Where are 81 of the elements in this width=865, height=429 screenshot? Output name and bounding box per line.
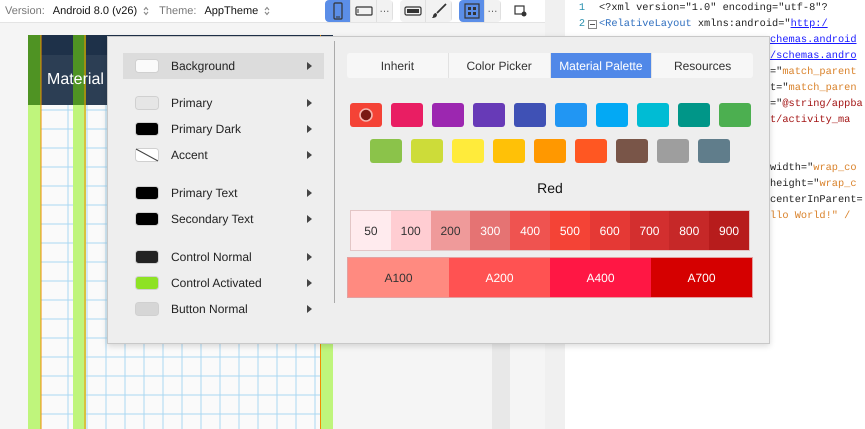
code-line: /schemas.andro [770, 50, 857, 62]
accent-swatch[interactable]: A400 [550, 258, 651, 297]
shade-swatch[interactable]: 500 [550, 211, 590, 250]
palette-swatch[interactable] [370, 139, 402, 163]
device-settings-icon[interactable] [514, 5, 527, 17]
code-line: width="wrap_co [770, 162, 857, 174]
submenu-arrow-icon [307, 125, 312, 133]
palette-swatch[interactable] [596, 103, 628, 127]
color-menu-item[interactable]: Accent [123, 142, 324, 168]
color-menu-item[interactable]: Button Normal [123, 296, 324, 322]
palette-swatch[interactable] [411, 139, 443, 163]
color-menu-item[interactable]: Control Activated [123, 270, 324, 296]
submenu-arrow-icon [307, 305, 312, 313]
palette-swatch[interactable] [514, 103, 546, 127]
tab[interactable]: Inherit [347, 53, 448, 78]
palette-swatch[interactable] [432, 103, 464, 127]
code-line: height="wrap_c [770, 178, 857, 190]
shade-swatch[interactable]: 600 [590, 211, 630, 250]
updown-icon [264, 6, 270, 16]
submenu-arrow-icon [307, 62, 312, 70]
code-line: t="match_paren [770, 82, 857, 94]
palette-swatch[interactable] [534, 139, 566, 163]
submenu-arrow-icon [307, 99, 312, 107]
submenu-arrow-icon [307, 215, 312, 223]
palette-swatch[interactable] [637, 103, 669, 127]
submenu-arrow-icon [307, 189, 312, 197]
color-menu-item[interactable]: Secondary Text [123, 206, 324, 232]
line-number: 2 [578, 18, 585, 30]
blueprint-icon [464, 3, 480, 19]
code-line: ="match_parent [770, 66, 857, 78]
version-label: Version: [5, 5, 45, 17]
version-dropdown[interactable]: Android 8.0 (v26) [52, 5, 150, 17]
color-menu-item[interactable]: Control Normal [123, 244, 324, 270]
theme-label: Theme: [159, 5, 196, 17]
palette-swatch[interactable] [719, 103, 751, 127]
shade-swatch[interactable]: 800 [669, 211, 710, 250]
theme-dropdown[interactable]: AppTheme [204, 5, 270, 17]
screen-icon [404, 6, 422, 16]
color-menu-item[interactable]: Primary Text [123, 180, 324, 206]
tab[interactable]: Resources [651, 53, 753, 78]
code-line: llo World!" / [770, 210, 850, 222]
palette-name: Red [536, 180, 564, 196]
palette-swatch[interactable] [452, 139, 484, 163]
code-line: <?xml version="1.0" encoding="utf-8"? [599, 2, 828, 14]
updown-icon [143, 6, 150, 16]
code-line: ="@string/appba [770, 98, 863, 110]
shade-swatch[interactable]: 100 [390, 211, 431, 250]
palette-swatch[interactable] [493, 139, 525, 163]
palette-swatch[interactable] [616, 139, 648, 163]
blueprint-button[interactable] [459, 0, 485, 22]
shade-swatch[interactable]: 200 [430, 211, 470, 250]
landscape-phone-icon [354, 6, 372, 16]
submenu-arrow-icon [307, 253, 312, 261]
palette-swatch[interactable] [657, 139, 689, 163]
palette-swatch[interactable] [391, 103, 423, 127]
code-line: chemas.android [770, 34, 857, 46]
color-menu-item[interactable]: Background [123, 53, 324, 79]
palette-swatch[interactable] [473, 103, 505, 127]
accent-swatch[interactable]: A100 [348, 258, 449, 297]
palette-swatch[interactable] [350, 103, 382, 127]
palette-swatch[interactable] [575, 139, 607, 163]
submenu-arrow-icon [307, 279, 312, 287]
palette-swatch[interactable] [678, 103, 710, 127]
shade-swatch[interactable]: 50 [351, 211, 391, 250]
palette-swatch[interactable] [698, 139, 730, 163]
color-menu-item[interactable]: Primary [123, 90, 324, 116]
accent-swatch[interactable]: A700 [651, 258, 752, 297]
submenu-arrow-icon [307, 151, 312, 159]
phone-icon [332, 2, 342, 20]
collapse-icon[interactable] [588, 20, 596, 28]
portrait-button[interactable] [325, 0, 351, 22]
brush-icon [430, 3, 446, 19]
code-line: t/activity_ma [770, 114, 850, 126]
color-menu-item[interactable]: Primary Dark [123, 116, 324, 142]
line-number: 1 [578, 2, 585, 14]
palette-swatch[interactable] [555, 103, 587, 127]
code-line: <RelativeLayout xmlns:android="http:/ [599, 18, 828, 30]
selected-dot-icon [359, 108, 373, 122]
code-line: centerInParent= [770, 194, 863, 206]
shade-swatch[interactable]: 900 [709, 211, 749, 250]
shade-swatch[interactable]: 700 [630, 211, 670, 250]
